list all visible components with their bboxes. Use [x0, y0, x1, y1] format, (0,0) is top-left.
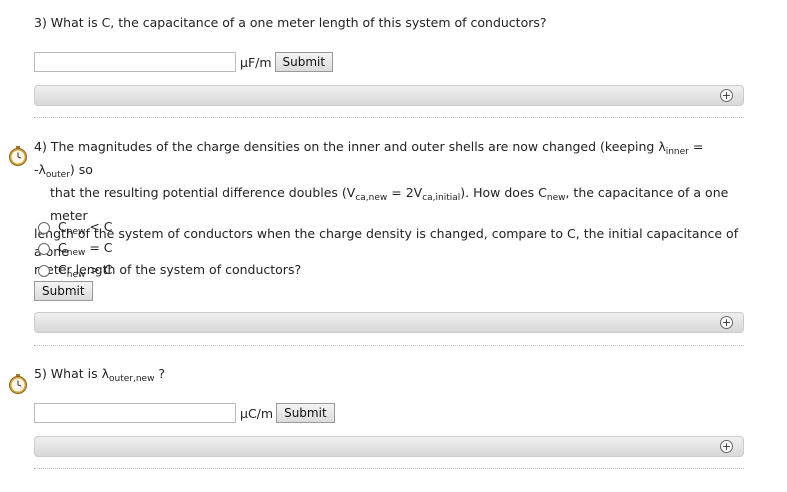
radio-button[interactable]	[38, 222, 50, 234]
question-3-answer-row: μF/m Submit	[34, 52, 334, 72]
question-3-answer-input[interactable]	[34, 52, 236, 72]
question-3-unit: μF/m	[240, 54, 272, 70]
question-5-answer-row: μC/m Submit	[34, 403, 335, 423]
question-5-text: 5) What is λouter,new ?	[34, 366, 166, 384]
separator	[34, 468, 744, 469]
question-4-hint-bar[interactable]: +	[34, 312, 744, 333]
question-4-line-3: length of the system of conductors when …	[34, 226, 739, 259]
stopwatch-icon	[9, 146, 27, 166]
option-label: Cnew < C	[58, 219, 113, 237]
separator	[34, 117, 744, 118]
option-label: Cnew > C	[58, 262, 113, 280]
question-4-text: 4) The magnitudes of the charge densitie…	[34, 138, 744, 279]
expand-plus-icon[interactable]: +	[720, 440, 733, 453]
question-4-line-4: meter length of the system of conductors…	[34, 262, 302, 277]
question-4-line-1: 4) The magnitudes of the charge densitie…	[34, 139, 704, 180]
radio-button[interactable]	[38, 265, 50, 277]
separator	[34, 345, 744, 346]
question-5-hint-bar[interactable]: +	[34, 436, 744, 457]
option-cnew-equal[interactable]: Cnew = C	[38, 240, 113, 258]
question-3-hint-bar[interactable]: +	[34, 85, 744, 106]
expand-plus-icon[interactable]: +	[720, 89, 733, 102]
expand-plus-icon[interactable]: +	[720, 316, 733, 329]
option-cnew-less[interactable]: Cnew < C	[38, 219, 113, 237]
option-cnew-greater[interactable]: Cnew > C	[38, 262, 113, 280]
question-3-submit-button[interactable]: Submit	[274, 52, 334, 72]
question-4-submit-button[interactable]: Submit	[34, 281, 93, 301]
radio-button[interactable]	[38, 243, 50, 255]
stopwatch-icon	[9, 374, 27, 394]
question-3-text: 3) What is C, the capacitance of a one m…	[34, 15, 547, 30]
question-5-unit: μC/m	[240, 405, 274, 421]
question-5-submit-button[interactable]: Submit	[276, 403, 335, 423]
question-4-line-2: that the resulting potential difference …	[50, 185, 729, 223]
option-label: Cnew = C	[58, 240, 113, 258]
question-5-answer-input[interactable]	[34, 403, 236, 423]
